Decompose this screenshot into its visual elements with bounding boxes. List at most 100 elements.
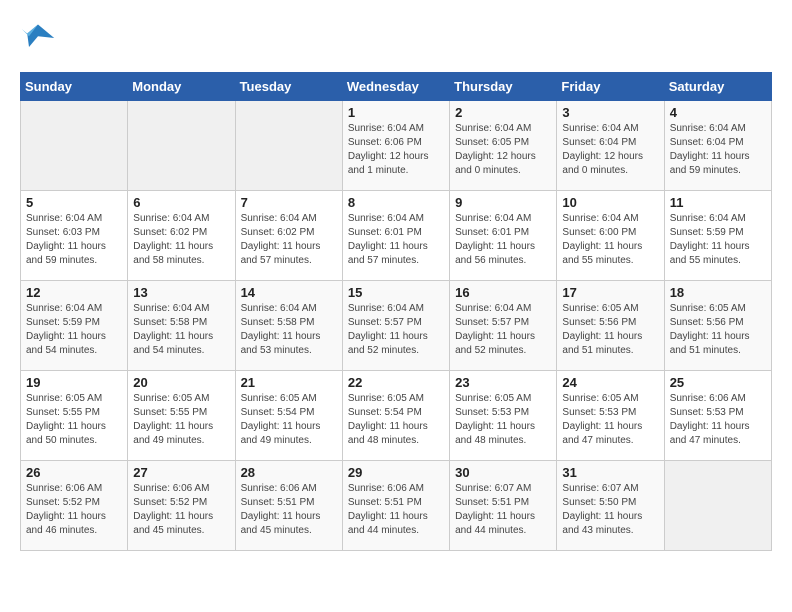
day-info: Sunrise: 6:04 AM Sunset: 6:04 PM Dayligh… — [562, 122, 658, 178]
day-number: 23 — [455, 375, 551, 390]
calendar-cell: 25 Sunrise: 6:06 AM Sunset: 5:53 PM Dayli… — [664, 371, 771, 461]
day-info: Sunrise: 6:04 AM Sunset: 6:04 PM Dayligh… — [670, 122, 766, 178]
day-number: 15 — [348, 285, 444, 300]
day-info: Sunrise: 6:04 AM Sunset: 5:59 PM Dayligh… — [670, 212, 766, 268]
weekday-header: Wednesday — [342, 73, 449, 101]
calendar-cell: 10 Sunrise: 6:04 AM Sunset: 6:00 PM Dayli… — [557, 191, 664, 281]
calendar-cell — [664, 461, 771, 551]
day-info: Sunrise: 6:04 AM Sunset: 6:01 PM Dayligh… — [348, 212, 444, 268]
calendar-cell: 22Sunrise: 6:05 AM Sunset: 5:54 PM Dayli… — [342, 371, 449, 461]
weekday-header: Thursday — [450, 73, 557, 101]
day-info: Sunrise: 6:06 AM Sunset: 5:52 PM Dayligh… — [133, 482, 229, 538]
calendar-cell: 13Sunrise: 6:04 AM Sunset: 5:58 PM Dayli… — [128, 281, 235, 371]
day-info: Sunrise: 6:07 AM Sunset: 5:50 PM Dayligh… — [562, 482, 658, 538]
day-info: Sunrise: 6:04 AM Sunset: 6:00 PM Dayligh… — [562, 212, 658, 268]
calendar-cell: 11 Sunrise: 6:04 AM Sunset: 5:59 PM Dayli… — [664, 191, 771, 281]
weekday-header: Tuesday — [235, 73, 342, 101]
calendar-cell: 31 Sunrise: 6:07 AM Sunset: 5:50 PM Dayli… — [557, 461, 664, 551]
calendar-cell: 3 Sunrise: 6:04 AM Sunset: 6:04 PM Daylig… — [557, 101, 664, 191]
calendar-cell: 6 Sunrise: 6:04 AM Sunset: 6:02 PM Daylig… — [128, 191, 235, 281]
calendar-cell: 17Sunrise: 6:05 AM Sunset: 5:56 PM Dayli… — [557, 281, 664, 371]
day-info: Sunrise: 6:04 AM Sunset: 5:58 PM Dayligh… — [241, 302, 337, 358]
calendar-cell: 12 Sunrise: 6:04 AM Sunset: 5:59 PM Dayli… — [21, 281, 128, 371]
calendar-cell: 2Sunrise: 6:04 AM Sunset: 6:05 PM Daylig… — [450, 101, 557, 191]
calendar-week-row: 5 Sunrise: 6:04 AM Sunset: 6:03 PM Daylig… — [21, 191, 772, 281]
calendar-cell: 14 Sunrise: 6:04 AM Sunset: 5:58 PM Dayli… — [235, 281, 342, 371]
calendar-cell: 29Sunrise: 6:06 AM Sunset: 5:51 PM Dayli… — [342, 461, 449, 551]
day-number: 16 — [455, 285, 551, 300]
day-number: 14 — [241, 285, 337, 300]
day-info: Sunrise: 6:06 AM Sunset: 5:51 PM Dayligh… — [241, 482, 337, 538]
day-info: Sunrise: 6:06 AM Sunset: 5:53 PM Dayligh… — [670, 392, 766, 448]
calendar-cell: 18 Sunrise: 6:05 AM Sunset: 5:56 PM Dayli… — [664, 281, 771, 371]
day-info: Sunrise: 6:04 AM Sunset: 6:03 PM Dayligh… — [26, 212, 122, 268]
day-info: Sunrise: 6:05 AM Sunset: 5:53 PM Dayligh… — [562, 392, 658, 448]
calendar-cell: 5 Sunrise: 6:04 AM Sunset: 6:03 PM Daylig… — [21, 191, 128, 281]
day-info: Sunrise: 6:05 AM Sunset: 5:55 PM Dayligh… — [133, 392, 229, 448]
day-number: 10 — [562, 195, 658, 210]
day-number: 2 — [455, 105, 551, 120]
day-info: Sunrise: 6:06 AM Sunset: 5:52 PM Dayligh… — [26, 482, 122, 538]
day-info: Sunrise: 6:05 AM Sunset: 5:56 PM Dayligh… — [670, 302, 766, 358]
calendar-week-row: 1 Sunrise: 6:04 AM Sunset: 6:06 PM Daylig… — [21, 101, 772, 191]
day-info: Sunrise: 6:04 AM Sunset: 5:59 PM Dayligh… — [26, 302, 122, 358]
day-number: 20 — [133, 375, 229, 390]
day-info: Sunrise: 6:07 AM Sunset: 5:51 PM Dayligh… — [455, 482, 551, 538]
calendar-week-row: 19Sunrise: 6:05 AM Sunset: 5:55 PM Dayli… — [21, 371, 772, 461]
day-number: 28 — [241, 465, 337, 480]
day-info: Sunrise: 6:04 AM Sunset: 6:01 PM Dayligh… — [455, 212, 551, 268]
day-info: Sunrise: 6:05 AM Sunset: 5:53 PM Dayligh… — [455, 392, 551, 448]
day-number: 6 — [133, 195, 229, 210]
day-number: 11 — [670, 195, 766, 210]
day-number: 26 — [26, 465, 122, 480]
day-number: 22 — [348, 375, 444, 390]
calendar-header: SundayMondayTuesdayWednesdayThursdayFrid… — [21, 73, 772, 101]
day-number: 31 — [562, 465, 658, 480]
day-number: 30 — [455, 465, 551, 480]
day-info: Sunrise: 6:04 AM Sunset: 6:02 PM Dayligh… — [133, 212, 229, 268]
calendar-cell: 30 Sunrise: 6:07 AM Sunset: 5:51 PM Dayli… — [450, 461, 557, 551]
day-info: Sunrise: 6:05 AM Sunset: 5:54 PM Dayligh… — [241, 392, 337, 448]
day-info: Sunrise: 6:04 AM Sunset: 6:02 PM Dayligh… — [241, 212, 337, 268]
weekday-header: Saturday — [664, 73, 771, 101]
day-number: 24 — [562, 375, 658, 390]
day-info: Sunrise: 6:04 AM Sunset: 5:57 PM Dayligh… — [348, 302, 444, 358]
header — [20, 20, 772, 56]
calendar-cell — [235, 101, 342, 191]
weekday-header: Monday — [128, 73, 235, 101]
calendar-table: SundayMondayTuesdayWednesdayThursdayFrid… — [20, 72, 772, 551]
calendar-cell: 1 Sunrise: 6:04 AM Sunset: 6:06 PM Daylig… — [342, 101, 449, 191]
day-number: 9 — [455, 195, 551, 210]
calendar-cell — [21, 101, 128, 191]
calendar-cell: 20 Sunrise: 6:05 AM Sunset: 5:55 PM Dayli… — [128, 371, 235, 461]
calendar-cell: 24 Sunrise: 6:05 AM Sunset: 5:53 PM Dayli… — [557, 371, 664, 461]
calendar-cell: 27 Sunrise: 6:06 AM Sunset: 5:52 PM Dayli… — [128, 461, 235, 551]
calendar-cell: 8 Sunrise: 6:04 AM Sunset: 6:01 PM Daylig… — [342, 191, 449, 281]
day-number: 1 — [348, 105, 444, 120]
weekday-header: Friday — [557, 73, 664, 101]
day-number: 25 — [670, 375, 766, 390]
day-info: Sunrise: 6:04 AM Sunset: 6:06 PM Dayligh… — [348, 122, 444, 178]
calendar-cell: 19Sunrise: 6:05 AM Sunset: 5:55 PM Dayli… — [21, 371, 128, 461]
day-number: 27 — [133, 465, 229, 480]
day-number: 4 — [670, 105, 766, 120]
day-number: 18 — [670, 285, 766, 300]
day-number: 12 — [26, 285, 122, 300]
calendar-cell: 15 Sunrise: 6:04 AM Sunset: 5:57 PM Dayli… — [342, 281, 449, 371]
logo — [20, 20, 60, 56]
calendar-cell: 4 Sunrise: 6:04 AM Sunset: 6:04 PM Daylig… — [664, 101, 771, 191]
calendar-week-row: 26 Sunrise: 6:06 AM Sunset: 5:52 PM Dayli… — [21, 461, 772, 551]
calendar-cell: 23 Sunrise: 6:05 AM Sunset: 5:53 PM Dayli… — [450, 371, 557, 461]
calendar-cell: 26 Sunrise: 6:06 AM Sunset: 5:52 PM Dayli… — [21, 461, 128, 551]
day-info: Sunrise: 6:05 AM Sunset: 5:56 PM Dayligh… — [562, 302, 658, 358]
calendar-cell: 9 Sunrise: 6:04 AM Sunset: 6:01 PM Daylig… — [450, 191, 557, 281]
day-number: 5 — [26, 195, 122, 210]
day-info: Sunrise: 6:06 AM Sunset: 5:51 PM Dayligh… — [348, 482, 444, 538]
day-number: 7 — [241, 195, 337, 210]
day-number: 13 — [133, 285, 229, 300]
day-number: 8 — [348, 195, 444, 210]
calendar-cell — [128, 101, 235, 191]
calendar-cell: 16Sunrise: 6:04 AM Sunset: 5:57 PM Dayli… — [450, 281, 557, 371]
weekday-header: Sunday — [21, 73, 128, 101]
day-number: 3 — [562, 105, 658, 120]
